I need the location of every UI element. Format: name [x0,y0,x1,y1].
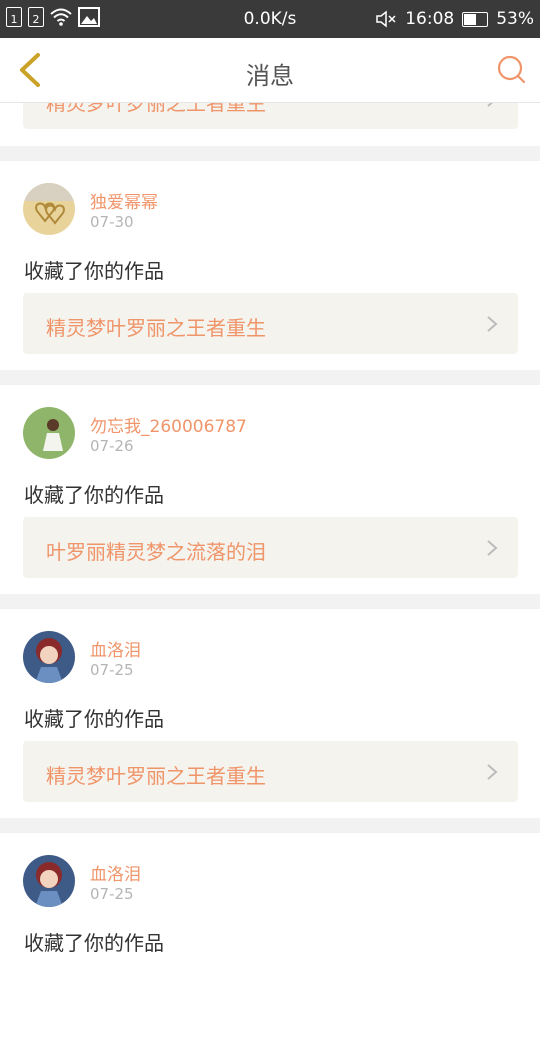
message-action: 收藏了你的作品 [24,259,164,283]
message-date: 07-25 [90,661,134,679]
work-link-title: 叶罗丽精灵梦之流落的泪 [46,540,266,564]
list-item: 勿忘我_260006787 07-26 收藏了你的作品 叶罗丽精灵梦之流落的泪 [0,385,540,594]
username[interactable]: 血洛泪 [90,636,141,661]
chevron-right-icon [487,764,498,780]
list-item: 独爱幂幂 07-30 收藏了你的作品 精灵梦叶罗丽之王者重生 [0,161,540,370]
search-icon[interactable] [496,54,526,84]
mute-icon [376,10,396,28]
battery-icon [462,11,489,27]
message-date: 07-30 [90,213,134,231]
work-link-title: 精灵梦叶罗丽之王者重生 [46,764,266,788]
message-list: 精灵梦叶罗丽之王者重生 独爱幂幂 07-30 收藏了你的作品 精灵梦叶罗丽之王者… [0,102,540,1042]
avatar[interactable] [23,631,75,683]
username[interactable]: 血洛泪 [90,860,141,885]
list-item: 精灵梦叶罗丽之王者重生 [0,102,540,146]
message-date: 07-25 [90,885,134,903]
work-link-title: 精灵梦叶罗丽之王者重生 [46,102,266,115]
message-action: 收藏了你的作品 [24,931,164,955]
avatar[interactable] [23,855,75,907]
chevron-right-icon [487,316,498,332]
avatar[interactable] [23,407,75,459]
avatar[interactable] [23,183,75,235]
username[interactable]: 勿忘我_260006787 [90,412,247,437]
work-link[interactable]: 精灵梦叶罗丽之王者重生 [23,741,518,802]
message-action: 收藏了你的作品 [24,707,164,731]
list-item: 血洛泪 07-25 收藏了你的作品 精灵梦叶罗丽之王者重生 [0,609,540,818]
app-header: 消息 [0,38,540,103]
status-bar: 1 2 0.0K/s 16:08 53% [0,0,540,38]
work-link[interactable]: 精灵梦叶罗丽之王者重生 [23,293,518,354]
username[interactable]: 独爱幂幂 [90,188,158,213]
message-action: 收藏了你的作品 [24,483,164,507]
clock: 16:08 [405,9,455,29]
list-item: 血洛泪 07-25 收藏了你的作品 [0,833,540,1042]
work-link-title: 精灵梦叶罗丽之王者重生 [46,316,266,340]
work-link[interactable]: 精灵梦叶罗丽之王者重生 [23,102,518,129]
battery-level: 53% [496,9,534,29]
work-link[interactable]: 叶罗丽精灵梦之流落的泪 [23,517,518,578]
page-title: 消息 [246,62,294,90]
message-date: 07-26 [90,437,134,455]
chevron-right-icon [487,540,498,556]
